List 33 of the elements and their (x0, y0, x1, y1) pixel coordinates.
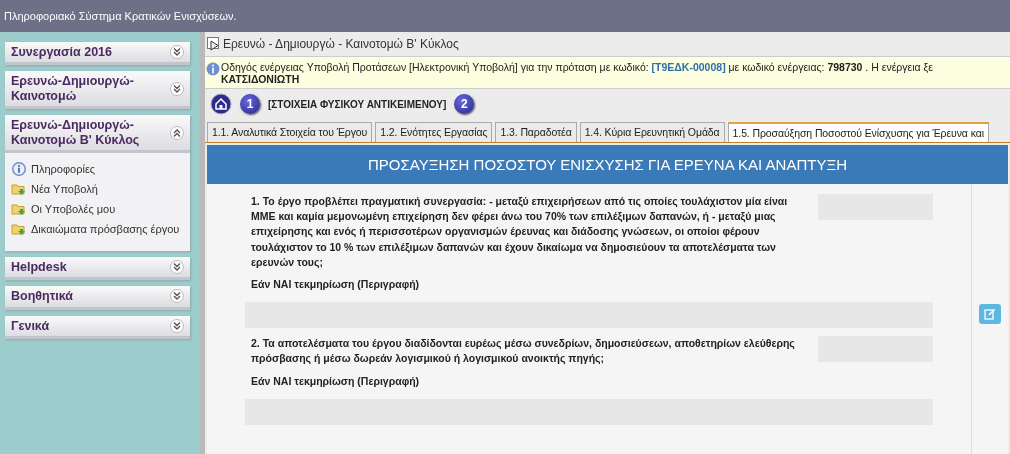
question-text: 2. Τα αποτελέσματα του έργου διαδίδονται ευρέως μέσω συνεδρίων, δημοσιεύσεων, αποθετηρίων ελεύθερης πρόσβασης ή μέσω δωρεάν λογισμικού ή λογισμικού ανοικτής πηγής; (250, 336, 796, 367)
sidebar-section-header[interactable]: Συνεργασία 2016 (5, 42, 190, 66)
sidebar-section-header[interactable]: Ερευνώ-Δημιουργώ-Καινοτομώ Β' Κύκλος (5, 115, 190, 153)
info-message: Οδηγός ενέργειας Υποβολή Προτάσεων [Ηλεκτρονική Υποβολή] για την πρόταση με κωδικό: [Τ9ΕΔΚ-00008] με κωδικό ενέργειας: 798730 . Η ενέργεια ξε (221, 61, 933, 73)
step-number[interactable]: 2 (454, 94, 475, 114)
tab[interactable]: 1.5. Προσαύξηση Ποσοστού Ενίσχυσης για Έρευνα και (727, 122, 989, 142)
sidebar-item[interactable]: Πληροφορίες (11, 160, 184, 177)
app-title: Πληροφοριακό Σύστημα Κρατικών Ενισχύσεων. (4, 10, 237, 22)
sidebar-section-header[interactable]: Ερευνώ-Δημιουργώ-Καινοτομώ (5, 71, 190, 110)
tab[interactable]: 1.2. Ενότητες Εργασίας (375, 122, 493, 142)
sidebar-item[interactable]: Οι Υποβολές μου (11, 200, 184, 217)
panel-play-icon (207, 37, 221, 51)
edit-icon[interactable] (984, 308, 996, 320)
step-label: [ΣΤΟΙΧΕΙΑ ΦΥΣΙΚΟΥ ΑΝΤΙΚΕΙΜΕΝΟΥ] (268, 98, 447, 110)
info-name: ΚΑΤΣΙΔΟΝΙΩΤΗ (221, 73, 301, 85)
panel-title: Ερευνώ - Δημιουργώ - Καινοτομώ Β' Κύκλος (223, 37, 459, 51)
sidebar-item[interactable]: Νέα Υποβολή (11, 180, 184, 197)
tab[interactable]: 1.4. Κύρια Ερευνητική Ομάδα (579, 122, 725, 142)
section-heading: ΠΡΟΣΑΥΞΗΣΗ ΠΟΣΟΣΤΟΥ ΕΝΙΣΧΥΣΗΣ ΓΙΑ ΕΡΕΥΝΑ ΚΑΙ ΑΝΑΠΤΥΞΗ (207, 145, 1008, 184)
field-label: Εάν ΝΑΙ τεκμηρίωση (Περιγραφή) (251, 374, 421, 387)
sidebar-section-header[interactable]: Βοηθητικά (5, 286, 190, 310)
field-label: Εάν ΝΑΙ τεκμηρίωση (Περιγραφή) (251, 278, 421, 291)
step-number[interactable]: 1 (240, 94, 260, 114)
sidebar-section-header[interactable]: Γενικά (5, 315, 190, 339)
edit-button[interactable] (979, 304, 1001, 324)
sidebar-item[interactable]: Δικαιώματα πρόσβασης έργου (11, 220, 184, 237)
info-icon (11, 160, 27, 177)
question-text: 1. Το έργο προβλέπει πραγματική συνεργασία: - μεταξύ επιχειρήσεων από τις οποίες τουλάχιστον μία είναι ΜΜΕ και καμία μεμονωμένη επιχείρηση δεν φέρει άνω του 70% των επιλέξιμων δαπανών, ή - μεταξύ μιας επιχείρησης και ενός ή περισσοτέρων οργανισμών έρευνας και διάδοσης γνώσεων, οι οποίοι φέρουν τουλάχιστον το 10 % των επιλέξιμων δαπανών και έχουν δικαίωμα να δημοσιεύουν τα αποτελέσματα των ερευνών τους; (250, 194, 789, 270)
info-icon (206, 61, 220, 77)
home-icon[interactable] (210, 93, 232, 115)
tab[interactable]: 1.1. Αναλυτικά Στοιχεία του Έργου (207, 122, 373, 142)
tab[interactable]: 1.3. Παραδοτέα (495, 122, 577, 142)
sidebar-section-header[interactable]: Helpdesk (5, 256, 190, 281)
